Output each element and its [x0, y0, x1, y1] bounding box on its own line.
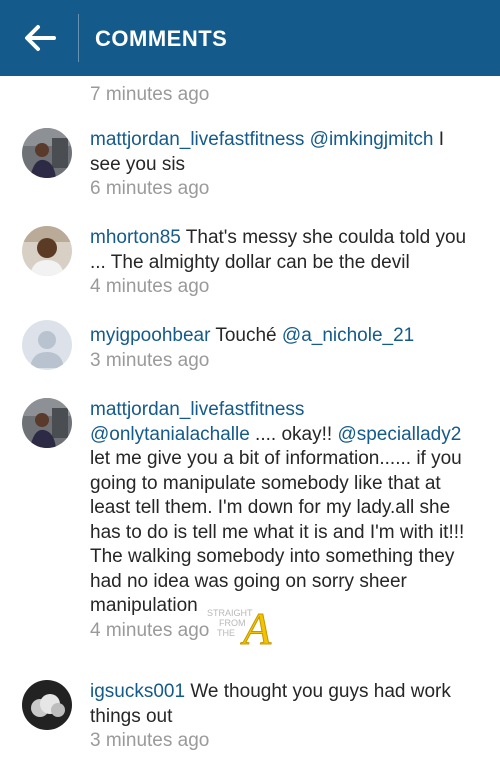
- mention-link[interactable]: @onlytanialachalle: [90, 424, 250, 445]
- mention-link[interactable]: @imkingjmitch: [310, 129, 434, 150]
- comment-username[interactable]: mattjordan_livefastfitness: [90, 399, 304, 420]
- comment-username[interactable]: myigpoohbear: [90, 325, 210, 346]
- svg-text:FROM: FROM: [219, 618, 246, 628]
- comment-username[interactable]: igsucks001: [90, 681, 185, 702]
- watermark-logo: STRAIGHT FROM THE A: [207, 603, 273, 651]
- header-divider: [78, 14, 79, 62]
- comment-timestamp: 3 minutes ago: [90, 730, 210, 751]
- comment-text: mattjordan_livefastfitness @imkingjmitch…: [90, 128, 475, 202]
- comment-text: igsucks001 We thought you guys had work …: [90, 680, 475, 754]
- comment-timestamp: 4 minutes ago: [90, 276, 210, 297]
- svg-text:THE: THE: [217, 628, 235, 638]
- comment-username[interactable]: mhorton85: [90, 227, 181, 248]
- comment-body: .... okay!!: [249, 423, 338, 445]
- avatar[interactable]: [22, 128, 72, 178]
- avatar[interactable]: [22, 680, 72, 730]
- top-bar: COMMENTS: [0, 0, 500, 76]
- comment-timestamp: 3 minutes ago: [90, 349, 210, 371]
- avatar[interactable]: [22, 226, 72, 276]
- comment-timestamp: 7 minutes ago: [90, 84, 210, 105]
- page-title: COMMENTS: [95, 26, 228, 51]
- mention-link[interactable]: @speciallady2: [337, 424, 461, 445]
- svg-text:A: A: [240, 603, 272, 650]
- back-arrow-icon[interactable]: [22, 20, 58, 56]
- comment-body: Touché: [210, 325, 282, 346]
- mention-link[interactable]: @a_nichole_21: [282, 325, 414, 346]
- comment-text: mhorton85 That's messy she coulda told y…: [90, 226, 475, 300]
- default-avatar-icon[interactable]: [22, 320, 72, 370]
- comment-body: let me give you a bit of information....…: [90, 448, 465, 616]
- comment-text: myigpoohbear Touché @a_nichole_21 3 minu…: [90, 324, 475, 373]
- comment-username[interactable]: mattjordan_livefastfitness: [90, 129, 304, 150]
- comment-timestamp: 6 minutes ago: [90, 178, 210, 199]
- avatar[interactable]: [22, 398, 72, 448]
